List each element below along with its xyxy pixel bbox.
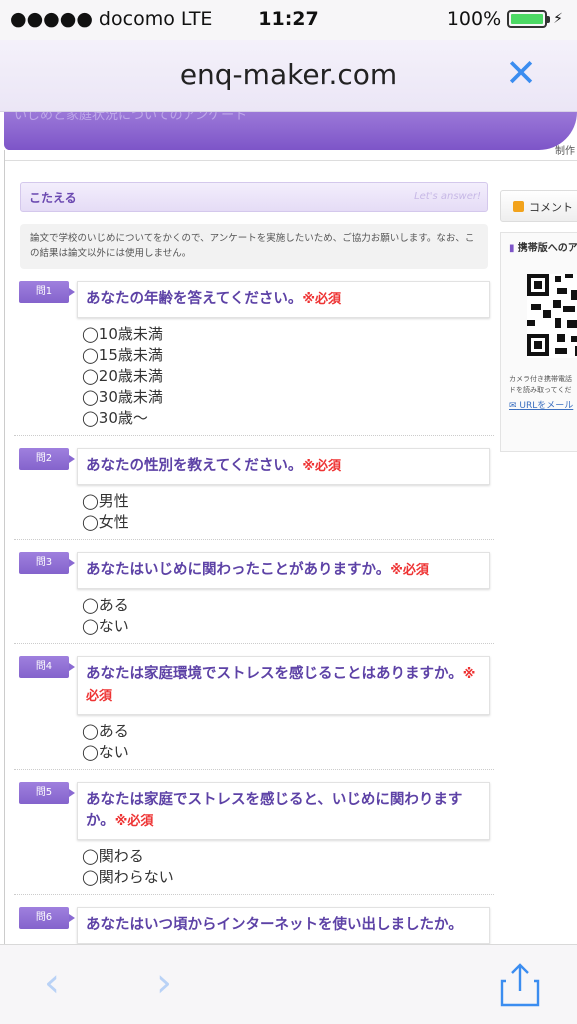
comment-button[interactable]: コメント	[500, 190, 577, 222]
radio-option[interactable]: ◯関わらない	[82, 867, 494, 888]
question-4: 問4 あなたは家庭環境でストレスを感じることはありますか。※必須 ◯ある ◯ない	[14, 656, 494, 770]
radio-option[interactable]: ◯20歳未満	[82, 366, 494, 387]
answer-options: ◯ある ◯ない	[82, 595, 494, 637]
charging-icon: ⚡	[553, 11, 563, 27]
radio-option[interactable]: ◯10歳未満	[82, 324, 494, 345]
survey-banner: いじめと家庭状況についてのアンケート	[4, 112, 577, 150]
question-text: あなたはいじめに関わったことがありますか。	[86, 562, 391, 579]
question-number-badge: 問3	[19, 552, 75, 575]
survey-intro: 論文で学校のいじめについてをかくので、アンケートを実施したいため、ご協力お願いし…	[20, 224, 488, 270]
radio-option[interactable]: ◯30歳未満	[82, 387, 494, 408]
qr-instructions: カメラ付き携帯電話 ドを読み取ってくだ	[509, 375, 572, 395]
web-content[interactable]: いじめと家庭状況についてのアンケート 制作 こたえる Let's answer!…	[0, 112, 577, 944]
required-badge: ※必須	[390, 563, 429, 579]
question-5: 問5 あなたは家庭でストレスを感じると、いじめに関わりますか。※必須 ◯関わる ◯関わ…	[14, 781, 494, 895]
radio-option[interactable]: ◯ない	[82, 616, 494, 637]
phone-icon: ▮	[509, 243, 515, 254]
required-badge: ※必須	[302, 292, 341, 308]
mobile-version-panel: ▮ 携帯版へのア カメラ付き携帯電話 ドを読み取ってくだ ✉ URLをメール	[500, 232, 577, 452]
radio-option[interactable]: ◯15歳未満	[82, 345, 494, 366]
radio-option[interactable]: ◯女性	[82, 512, 494, 533]
question-text-box: あなたはいじめに関わったことがありますか。※必須	[77, 552, 490, 590]
sidebar: コメント ▮ 携帯版へのア カメラ付き携帯電話 ドを読み取ってくだ ✉ URLを…	[500, 190, 577, 452]
browser-toolbar: ‹ ›	[0, 944, 577, 1024]
answer-options: ◯関わる ◯関わらない	[82, 846, 494, 888]
radio-option[interactable]: ◯ある	[82, 595, 494, 616]
address-bar[interactable]: enq-maker.com ✕	[0, 40, 577, 112]
question-list: 問1 あなたの年齢を答えてください。※必須 ◯10歳未満 ◯15歳未満 ◯20歳未満 ◯3…	[14, 281, 494, 944]
answer-options: ◯男性 ◯女性	[82, 491, 494, 533]
required-badge: ※必須	[302, 459, 341, 475]
divider	[4, 160, 577, 161]
back-icon[interactable]: ‹	[44, 963, 60, 1003]
page-domain[interactable]: enq-maker.com	[0, 58, 577, 91]
answer-options: ◯10歳未満 ◯15歳未満 ◯20歳未満 ◯30歳未満 ◯30歳〜	[82, 324, 494, 429]
radio-option[interactable]: ◯男性	[82, 491, 494, 512]
question-text-box: あなたは家庭でストレスを感じると、いじめに関わりますか。※必須	[77, 781, 490, 840]
qr-code-image	[527, 274, 577, 358]
comment-icon	[513, 201, 524, 212]
question-number-badge: 問6	[19, 906, 75, 929]
question-text: あなたはいつ頃からインターネットを使い出しましたか。	[86, 916, 463, 933]
survey-main: こたえる Let's answer! 論文で学校のいじめについてをかくので、アン…	[14, 182, 494, 944]
question-number-badge: 問1	[19, 281, 75, 304]
battery-icon	[507, 10, 551, 28]
question-number-badge: 問2	[19, 448, 75, 471]
comment-label: コメント	[529, 201, 573, 214]
mail-icon: ✉	[509, 401, 517, 412]
answer-header-tagline: Let's answer!	[414, 191, 481, 202]
seisaku-label: 制作	[555, 146, 575, 157]
answer-header: こたえる Let's answer!	[20, 182, 488, 212]
battery-status: 100% ⚡	[447, 8, 563, 30]
status-bar: ●●●●● docomo LTE 11:27 100% ⚡	[0, 0, 577, 40]
battery-percent: 100%	[446, 8, 502, 30]
radio-option[interactable]: ◯ある	[82, 721, 494, 742]
url-mail-link[interactable]: ✉ URLをメール	[509, 398, 577, 411]
survey-title: いじめと家庭状況についてのアンケート	[14, 112, 248, 123]
divider	[4, 150, 5, 944]
question-text-box: あなたはいつ頃からインターネットを使い出しましたか。	[77, 906, 490, 944]
question-text: あなたの性別を教えてください。	[86, 458, 303, 475]
forward-icon[interactable]: ›	[156, 963, 172, 1003]
radio-option[interactable]: ◯ない	[82, 742, 494, 763]
question-1: 問1 あなたの年齢を答えてください。※必須 ◯10歳未満 ◯15歳未満 ◯20歳未満 ◯3…	[14, 281, 494, 437]
required-badge: ※必須	[114, 813, 154, 829]
radio-option[interactable]: ◯関わる	[82, 846, 494, 867]
question-2: 問2 あなたの性別を教えてください。※必須 ◯男性 ◯女性	[14, 448, 494, 541]
question-text: あなたは家庭環境でストレスを感じることはありますか。	[86, 666, 463, 683]
mobile-title: ▮ 携帯版へのア	[509, 243, 577, 254]
question-text-box: あなたの性別を教えてください。※必須	[77, 448, 490, 486]
question-number-badge: 問4	[19, 656, 75, 679]
question-6: 問6 あなたはいつ頃からインターネットを使い出しましたか。	[14, 906, 494, 944]
answer-options: ◯ある ◯ない	[82, 721, 494, 763]
question-3: 問3 あなたはいじめに関わったことがありますか。※必須 ◯ある ◯ない	[14, 552, 494, 645]
question-number-badge: 問5	[19, 781, 75, 804]
question-text-box: あなたの年齢を答えてください。※必須	[77, 281, 490, 319]
radio-option[interactable]: ◯30歳〜	[82, 408, 494, 429]
share-icon[interactable]	[498, 961, 542, 1009]
question-text-box: あなたは家庭環境でストレスを感じることはありますか。※必須	[77, 656, 490, 715]
answer-header-title: こたえる	[29, 191, 77, 205]
question-text: あなたの年齢を答えてください。	[86, 291, 303, 308]
close-icon[interactable]: ✕	[505, 54, 537, 92]
